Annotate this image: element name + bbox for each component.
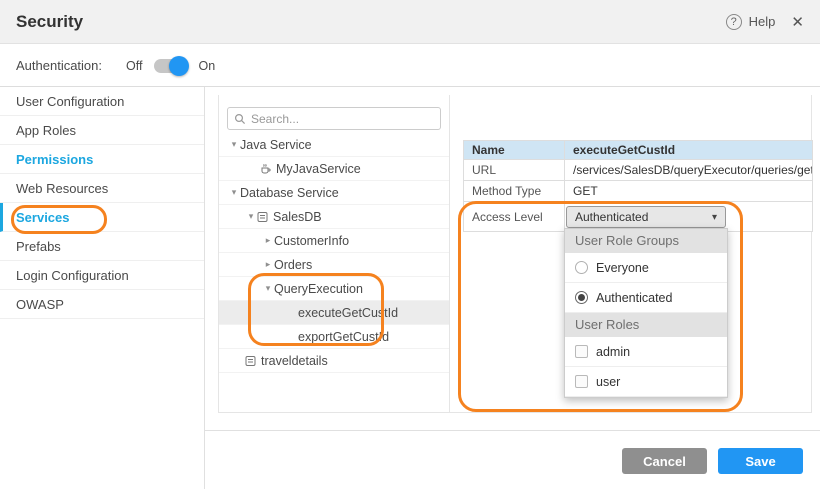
tree-node-label: Database Service: [240, 186, 339, 200]
save-button[interactable]: Save: [718, 448, 803, 474]
tree-node-myjavaservice[interactable]: MyJavaService: [219, 157, 449, 181]
option-label: Authenticated: [596, 291, 672, 305]
sidebar-item-user-configuration[interactable]: User Configuration: [0, 87, 204, 116]
menu-group-header: User Role Groups: [565, 229, 727, 253]
security-dialog: Security ? Help ✕ Authentication: Off On…: [0, 0, 820, 489]
search-box: [227, 107, 441, 130]
tree-node-label: executeGetCustId: [298, 306, 398, 320]
tree-node-label: Java Service: [240, 138, 312, 152]
detail-label: Name: [464, 141, 565, 159]
page-title: Security: [16, 12, 83, 32]
sidebar-item-permissions[interactable]: Permissions: [0, 145, 204, 174]
cancel-button[interactable]: Cancel: [622, 448, 707, 474]
tree-node-exportgetcustid[interactable]: exportGetCustId: [219, 325, 449, 349]
sidebar-item-owasp[interactable]: OWASP: [0, 290, 204, 319]
tree-node-queryexecution[interactable]: ▾ QueryExecution: [219, 277, 449, 301]
authentication-label: Authentication:: [16, 58, 102, 73]
services-panel: ▾ Java Service MyJavaService ▾ Database …: [218, 95, 812, 413]
detail-label: Access Level: [464, 202, 565, 231]
tree-node-orders[interactable]: ▸ Orders: [219, 253, 449, 277]
tree-node-traveldetails[interactable]: traveldetails: [219, 349, 449, 373]
tree-node-label: traveldetails: [261, 354, 328, 368]
menu-option-authenticated[interactable]: Authenticated: [565, 283, 727, 313]
access-level-menu: User Role Groups Everyone Authenticated …: [564, 228, 728, 398]
table-row: Name executeGetCustId: [463, 140, 813, 160]
tree-node-java-service[interactable]: ▾ Java Service: [219, 133, 449, 157]
search-icon: [234, 113, 246, 125]
detail-label: URL: [464, 160, 565, 180]
tree-node-label: QueryExecution: [274, 282, 363, 296]
chevron-down-icon[interactable]: ▾: [228, 187, 240, 198]
service-tree-pane: ▾ Java Service MyJavaService ▾ Database …: [219, 95, 450, 412]
radio-selected-icon[interactable]: [575, 291, 588, 304]
detail-value: executeGetCustId: [565, 141, 812, 159]
sidebar: User Configuration App Roles Permissions…: [0, 87, 205, 489]
menu-group-header: User Roles: [565, 313, 727, 337]
table-row: Method Type GET: [463, 181, 813, 202]
chevron-down-icon[interactable]: ▾: [262, 283, 274, 294]
detail-value: /services/SalesDB/queryExecutor/queries/…: [565, 160, 812, 180]
detail-label: Method Type: [464, 181, 565, 201]
tree-node-database-service[interactable]: ▾ Database Service: [219, 181, 449, 205]
tree-node-label: exportGetCustId: [298, 330, 389, 344]
tree-node-salesdb[interactable]: ▾ SalesDB: [219, 205, 449, 229]
option-label: Everyone: [596, 261, 649, 275]
caret-down-icon: ▾: [712, 212, 717, 223]
database-icon: [257, 211, 268, 223]
access-level-dropdown[interactable]: Authenticated ▾: [566, 206, 726, 228]
service-tree: ▾ Java Service MyJavaService ▾ Database …: [219, 133, 449, 373]
tree-node-label: Orders: [274, 258, 312, 272]
database-icon: [245, 355, 256, 367]
tree-node-label: MyJavaService: [276, 162, 361, 176]
sidebar-item-web-resources[interactable]: Web Resources: [0, 174, 204, 203]
radio-icon[interactable]: [575, 261, 588, 274]
tree-node-label: SalesDB: [273, 210, 322, 224]
sidebar-item-app-roles[interactable]: App Roles: [0, 116, 204, 145]
authentication-row: Authentication: Off On: [0, 45, 820, 87]
search-input[interactable]: [251, 112, 434, 126]
java-icon: [259, 163, 271, 175]
toggle-on-label: On: [198, 59, 215, 73]
tree-node-customerinfo[interactable]: ▸ CustomerInfo: [219, 229, 449, 253]
footer-divider: [205, 430, 820, 431]
chevron-right-icon[interactable]: ▸: [262, 259, 274, 270]
checkbox-icon[interactable]: [575, 345, 588, 358]
sidebar-item-prefabs[interactable]: Prefabs: [0, 232, 204, 261]
sidebar-item-services[interactable]: Services: [0, 203, 204, 232]
table-row: URL /services/SalesDB/queryExecutor/quer…: [463, 160, 813, 181]
option-label: admin: [596, 345, 630, 359]
help-icon[interactable]: ?: [726, 14, 742, 30]
title-bar: Security ? Help ✕: [0, 0, 820, 44]
detail-value: GET: [565, 181, 812, 201]
checkbox-icon[interactable]: [575, 375, 588, 388]
chevron-down-icon[interactable]: ▾: [228, 139, 240, 150]
toggle-knob-icon: [169, 56, 189, 76]
close-icon[interactable]: ✕: [791, 13, 804, 31]
chevron-right-icon[interactable]: ▸: [262, 235, 274, 246]
dropdown-selected-value: Authenticated: [575, 210, 648, 224]
menu-option-user[interactable]: user: [565, 367, 727, 397]
menu-option-admin[interactable]: admin: [565, 337, 727, 367]
menu-option-everyone[interactable]: Everyone: [565, 253, 727, 283]
chevron-down-icon[interactable]: ▾: [245, 211, 257, 222]
authentication-toggle[interactable]: [154, 59, 186, 73]
sidebar-item-login-configuration[interactable]: Login Configuration: [0, 261, 204, 290]
tree-node-label: CustomerInfo: [274, 234, 349, 248]
tree-node-executegetcustid[interactable]: executeGetCustId: [219, 301, 449, 325]
toggle-off-label: Off: [126, 59, 142, 73]
option-label: user: [596, 375, 620, 389]
help-link[interactable]: Help: [749, 14, 776, 29]
